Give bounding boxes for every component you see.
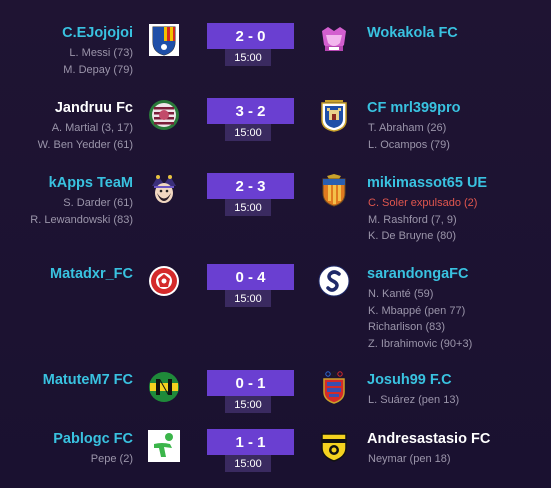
away-team-name[interactable]: Wokakola FC: [367, 25, 458, 41]
score-box[interactable]: 0 - 4: [207, 264, 294, 290]
jester-avatar-icon[interactable]: [148, 174, 180, 206]
scorer: Pepe (2): [90, 453, 133, 465]
home-team-name[interactable]: C.EJojojoi: [62, 25, 133, 41]
scorer: T. Abraham (26): [368, 122, 447, 134]
scorer: N. Kanté (59): [368, 288, 434, 300]
scorer: A. Martial (3, 17): [51, 122, 133, 134]
scorer: K. Mbappé (pen 77): [368, 304, 466, 317]
striped-rose-crest-icon[interactable]: [148, 99, 180, 131]
scorer: L. Ocampos (79): [368, 138, 450, 151]
scorer: K. De Bruyne (80): [368, 230, 457, 242]
home-team-name[interactable]: Jandruu Fc: [55, 100, 133, 116]
away-scorers: Neymar (pen 18): [368, 451, 451, 468]
away-team-name[interactable]: sarandongaFC: [367, 266, 469, 282]
home-scorers: A. Martial (3, 17) W. Ben Yedder (61): [38, 120, 133, 153]
kickoff-time: 15:00: [225, 124, 271, 141]
pink-crown-crest-icon[interactable]: [318, 24, 350, 56]
scorer: L. Suárez (pen 13): [368, 394, 460, 406]
scorer: Richarlison (83): [368, 321, 446, 333]
home-scorers: S. Darder (61) R. Lewandowski (83): [30, 195, 133, 228]
scorer: M. Rashford (7, 9): [368, 213, 457, 226]
score-box[interactable]: 2 - 3: [207, 173, 294, 199]
red-ball-crest-icon[interactable]: [148, 265, 180, 297]
score-box[interactable]: 0 - 1: [207, 370, 294, 396]
scorer: R. Lewandowski (83): [30, 213, 133, 226]
away-team-name[interactable]: CF mrl399pro: [367, 100, 460, 116]
castle-crest-icon[interactable]: [318, 99, 350, 132]
yellow-black-shield-crest-icon[interactable]: [318, 430, 350, 462]
kickoff-time: 15:00: [225, 455, 271, 472]
red-card-event: C. Soler expulsado (2): [368, 197, 478, 209]
home-team-name[interactable]: MatuteM7 FC: [43, 372, 133, 388]
score-box[interactable]: 1 - 1: [207, 429, 294, 455]
score-box[interactable]: 2 - 0: [207, 23, 294, 49]
scorer: M. Depay (79): [63, 63, 133, 76]
away-scorers: L. Suárez (pen 13): [368, 392, 459, 409]
s-logo-crest-icon[interactable]: [318, 265, 350, 297]
home-team-name[interactable]: Matadxr_FC: [50, 266, 133, 282]
home-scorers: L. Messi (73) M. Depay (79): [63, 45, 133, 78]
orange-shield-crest-icon[interactable]: [318, 174, 350, 207]
home-team-name[interactable]: kApps TeaM: [49, 175, 133, 191]
scorer: W. Ben Yedder (61): [37, 138, 133, 151]
green-figure-crest-icon[interactable]: [148, 430, 180, 462]
olympic-shield-crest-icon[interactable]: [318, 371, 350, 404]
sabadell-crest-icon[interactable]: [148, 24, 180, 56]
scorer: L. Messi (73): [69, 47, 133, 59]
green-yellow-n-crest-icon[interactable]: [148, 371, 180, 403]
kickoff-time: 15:00: [225, 199, 271, 216]
kickoff-time: 15:00: [225, 290, 271, 307]
away-team-name[interactable]: Josuh99 F.C: [367, 372, 452, 388]
away-team-name[interactable]: mikimassot65 UE: [367, 175, 487, 191]
away-scorers: C. Soler expulsado (2) M. Rashford (7, 9…: [368, 195, 477, 245]
score-box[interactable]: 3 - 2: [207, 98, 294, 124]
kickoff-time: 15:00: [225, 396, 271, 413]
away-scorers: T. Abraham (26) L. Ocampos (79): [368, 120, 450, 153]
scorer: Z. Ibrahimovic (90+3): [368, 337, 473, 350]
scorer: Neymar (pen 18): [368, 453, 451, 465]
home-scorers: Pepe (2): [91, 451, 133, 468]
results-panel: { "colors": { "background": "#1f1433", "…: [0, 0, 551, 488]
home-team-name[interactable]: Pablogc FC: [53, 431, 133, 447]
away-team-name[interactable]: Andresastasio FC: [367, 431, 490, 447]
scorer: S. Darder (61): [63, 197, 133, 209]
kickoff-time: 15:00: [225, 49, 271, 66]
away-scorers: N. Kanté (59) K. Mbappé (pen 77) Richarl…: [368, 286, 472, 352]
